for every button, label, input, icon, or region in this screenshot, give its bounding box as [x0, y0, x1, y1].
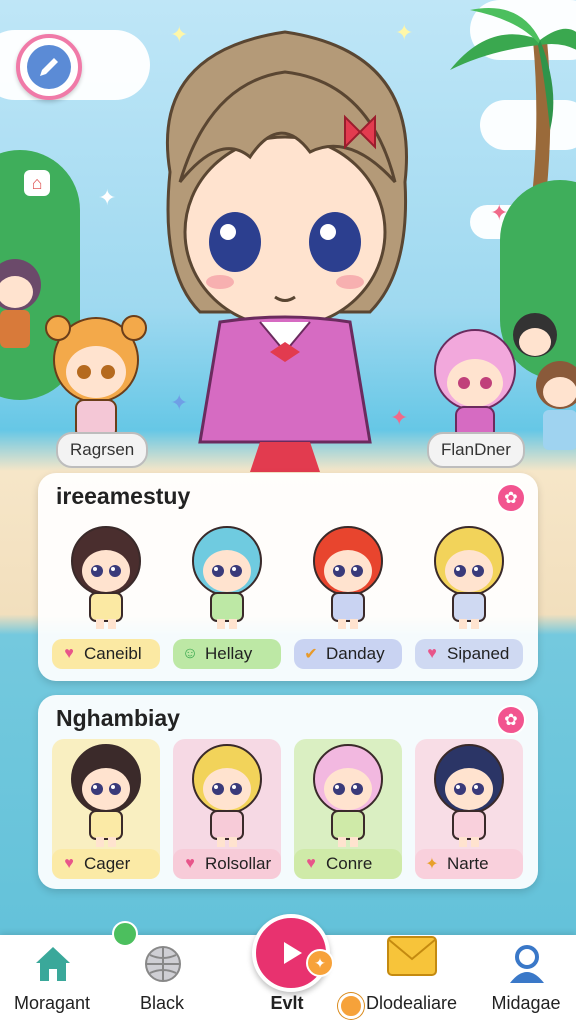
hero-right-label: FlanDner — [427, 432, 525, 468]
character-name: Rolsollar — [205, 854, 272, 873]
character-name: Hellay — [205, 644, 253, 663]
character-name-pill[interactable]: ♥ Caneibl — [52, 639, 160, 669]
character-name: Cager — [84, 854, 131, 873]
orange-dot-icon — [338, 993, 364, 1019]
chibi-character — [434, 744, 504, 847]
character-name-pill[interactable]: ♥ Cager — [52, 849, 160, 879]
chibi-character — [313, 526, 383, 629]
character-card[interactable]: ✦ Narte — [415, 739, 523, 881]
hero-left-label: Ragrsen — [56, 432, 149, 468]
side-character-left[interactable] — [36, 310, 156, 440]
character-name-pill[interactable]: ✦ Narte — [415, 849, 523, 879]
heart-icon: ♥ — [185, 855, 195, 872]
panel-title: ireeamestuy — [56, 483, 191, 509]
flower-badge-icon[interactable]: ✿ — [496, 483, 526, 513]
character-panel-1: ireeamestuy ✿ ♥ Caneibl ☺ Hellay ✔ Danday ♥ Sip… — [38, 473, 538, 681]
character-name: Danday — [326, 644, 385, 663]
character-name-pill[interactable]: ☺ Hellay — [173, 639, 281, 669]
character-name: Sipaned — [447, 644, 510, 663]
character-name: Caneibl — [84, 644, 142, 663]
home-shortcut-icon[interactable]: ⌂ — [24, 170, 50, 196]
house-icon — [36, 947, 70, 981]
nav-label: Evlt — [270, 993, 304, 1013]
panel-title: Nghambiay — [56, 705, 180, 731]
nav-label: Midagae — [491, 993, 561, 1013]
character-name-pill[interactable]: ♥ Rolsollar — [173, 849, 281, 879]
person-icon — [510, 945, 544, 983]
mail-icon — [387, 936, 437, 976]
play-icon — [284, 942, 302, 964]
character-name: Narte — [447, 854, 489, 873]
character-card[interactable]: ✔ Danday — [294, 521, 402, 671]
character-card[interactable]: ♥ Cager — [52, 739, 160, 881]
heart-icon: ♥ — [64, 855, 74, 872]
face-icon: ☺ — [181, 645, 199, 662]
character-name-pill[interactable]: ♥ Conre — [294, 849, 402, 879]
nav-label: Black — [139, 993, 184, 1013]
flower-badge-icon[interactable]: ✿ — [496, 705, 526, 735]
chibi-character — [192, 744, 262, 847]
check-icon: ✔ — [304, 646, 318, 663]
nav-item-black[interactable]: Black — [110, 921, 214, 1024]
chibi-character — [71, 526, 141, 629]
sparkle-icon: ✦ — [490, 200, 509, 225]
character-panel-2: Nghambiay ✿ ♥ Cager ♥ Rolsollar ♥ Conre ✦ Narte — [38, 695, 538, 889]
chibi-character — [434, 526, 504, 629]
character-name: Conre — [326, 854, 373, 873]
pencil-icon — [27, 45, 71, 89]
character-name-pill[interactable]: ✔ Danday — [294, 639, 402, 669]
nav-item-moragant[interactable]: Moragant — [0, 935, 104, 1024]
globe-icon — [145, 946, 181, 982]
nav-label: Dlodealiare — [366, 993, 458, 1013]
nav-item-midagae[interactable]: Midagae — [476, 935, 576, 1024]
sparkle-badge-icon: ✦ — [306, 949, 334, 977]
character-name-pill[interactable]: ♥ Sipaned — [415, 639, 523, 669]
side-character-far-left — [0, 259, 41, 348]
heart-icon: ♥ — [306, 855, 316, 872]
heart-icon: ♥ — [64, 645, 74, 662]
edit-button[interactable] — [16, 34, 82, 100]
character-card[interactable]: ☺ Hellay — [173, 521, 281, 671]
nav-item-dlodealiare[interactable]: Dlodealiare — [330, 935, 470, 1024]
heart-icon: ♥ — [427, 645, 437, 662]
character-card[interactable]: ♥ Sipaned — [415, 521, 523, 671]
character-card[interactable]: ♥ Rolsollar — [173, 739, 281, 881]
chibi-character — [313, 744, 383, 847]
nav-label: Moragant — [13, 993, 91, 1013]
hero-character[interactable] — [110, 12, 460, 472]
chibi-character — [192, 526, 262, 629]
chibi-character — [71, 744, 141, 847]
character-card[interactable]: ♥ Caneibl — [52, 521, 160, 671]
star-icon: ✦ — [425, 856, 439, 873]
notification-dot — [112, 921, 138, 947]
character-card[interactable]: ♥ Conre — [294, 739, 402, 881]
